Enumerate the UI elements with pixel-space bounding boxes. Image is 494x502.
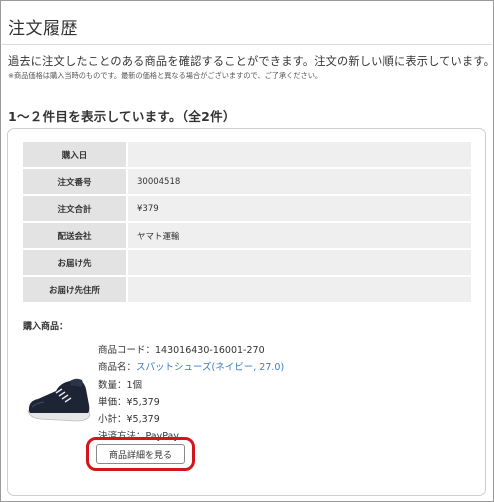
page-title: 注文履歴 [8,19,78,39]
row-label: 注文合計 [23,196,126,221]
product-unit-price: 単価：¥5,379 [98,396,160,408]
row-value [128,142,471,167]
result-count: 1～２件目を表示しています。（全2件） [8,109,236,124]
row-purchase-date: 購入日 [23,142,471,167]
product-subtotal: 小計：¥5,379 [98,414,160,426]
row-label: お届け先 [23,250,126,275]
purchased-items-heading: 購入商品： [23,322,69,332]
row-value: ¥379 [128,196,471,221]
row-value [128,277,471,302]
row-label: 購入日 [23,142,126,167]
product-code: 商品コード：143016430-16001-270 [98,345,265,356]
row-order-total: 注文合計 ¥379 [23,196,471,221]
row-label: お届け先住所 [23,277,126,302]
product-quantity: 数量：1個 [98,379,143,391]
product-name-line: 商品名：スパットシューズ(ネイビー, 27.0) [98,359,284,376]
product-details: 商品コード：143016430-16001-270 商品名：スパットシューズ(ネ… [98,342,284,446]
row-value: 30004518 [128,169,471,194]
row-label: 配送会社 [23,223,126,248]
price-note: ※商品価格は購入当時のものです。最新の価格と異なる場合がございますので、ご了承く… [8,71,323,80]
product-name-prefix: 商品名： [98,362,137,374]
product-name-link[interactable]: スパットシューズ(ネイビー, 27.0) [136,362,284,373]
row-recipient-address: お届け先住所 [23,277,471,302]
intro-text: 過去に注文したことのある商品を確認することができます。注文の新しい順に表示してい… [8,55,494,68]
row-value [128,250,471,275]
sneaker-image[interactable] [26,371,92,429]
row-label: 注文番号 [23,169,126,194]
row-value: ヤマト運輸 [128,223,471,248]
product-detail-button[interactable]: 商品詳細を見る [96,444,185,464]
row-recipient: お届け先 [23,250,471,275]
title-divider [2,44,492,45]
row-order-number: 注文番号 30004518 [23,169,471,194]
order-info-table: 購入日 注文番号 30004518 注文合計 ¥379 配送会社 ヤマト運輸 お… [23,142,471,304]
row-carrier: 配送会社 ヤマト運輸 [23,223,471,248]
